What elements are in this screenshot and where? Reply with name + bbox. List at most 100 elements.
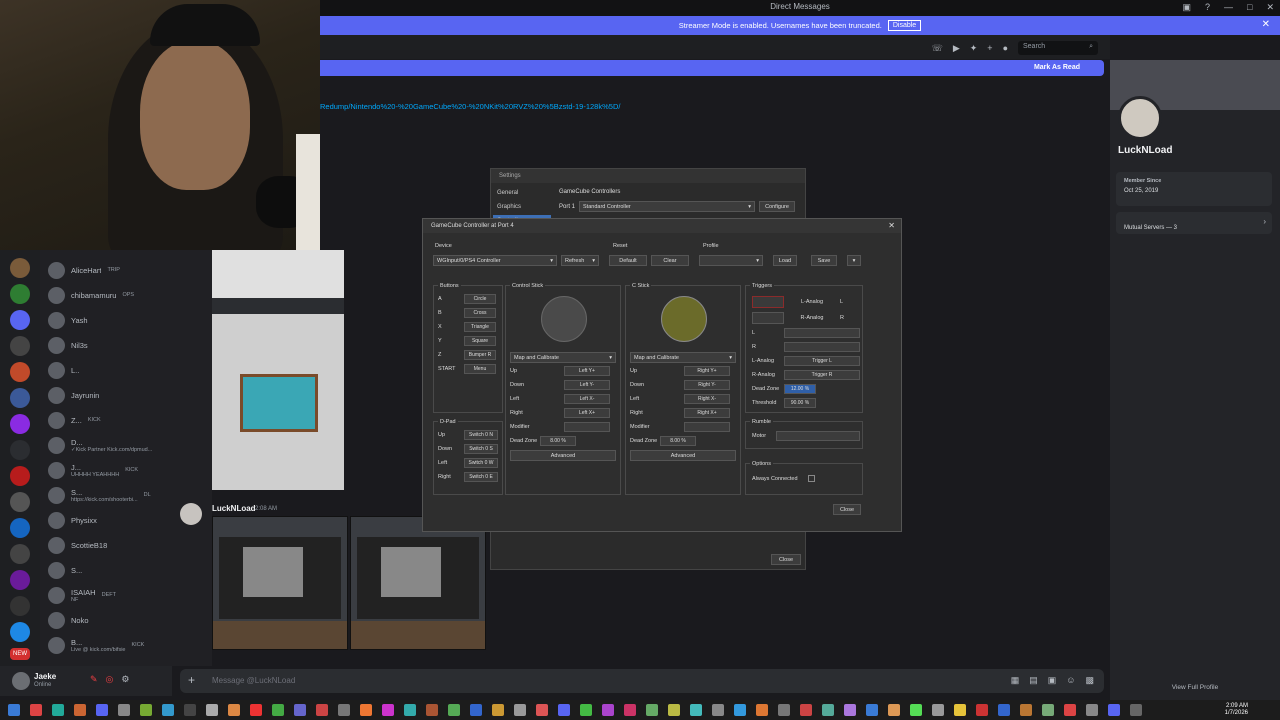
app-icon[interactable]	[250, 704, 262, 716]
server-icon[interactable]	[10, 388, 30, 408]
app-icon[interactable]	[668, 704, 680, 716]
maximize-icon[interactable]: □	[1247, 2, 1252, 13]
dm-item[interactable]: ScottieB18	[48, 533, 212, 557]
attach-icon[interactable]: +	[188, 673, 195, 687]
profile-avatar[interactable]	[1118, 96, 1162, 140]
stick-binding[interactable]: Left X-	[564, 394, 610, 404]
always-connected-checkbox[interactable]	[808, 475, 815, 482]
dm-item[interactable]: J... UHHHH YEAHHHH KICK	[48, 458, 212, 482]
map-calibrate-button[interactable]: Map and Calibrate ▾	[510, 352, 616, 363]
default-button[interactable]: Default	[609, 255, 647, 266]
stick-binding[interactable]	[684, 422, 730, 432]
r-binding[interactable]	[784, 342, 860, 352]
dm-item[interactable]: AliceHart TRIP	[48, 258, 212, 282]
app-icon[interactable]	[844, 704, 856, 716]
app-icon[interactable]	[910, 704, 922, 716]
dpad-binding[interactable]: Switch 0 E	[464, 472, 498, 482]
app-icon[interactable]	[228, 704, 240, 716]
app-icon[interactable]	[96, 704, 108, 716]
app-icon[interactable]	[690, 704, 702, 716]
mute-icon[interactable]: ✎	[90, 674, 98, 685]
button-binding[interactable]: Square	[464, 336, 496, 346]
deafen-icon[interactable]: ◎	[106, 674, 114, 685]
trigger-dead-zone-input[interactable]: 12.00 %	[784, 384, 816, 394]
message-author[interactable]: LuckNLoad	[212, 504, 256, 513]
dm-item[interactable]: Noko	[48, 608, 212, 632]
image-attachment[interactable]	[212, 250, 344, 298]
l-binding[interactable]	[784, 328, 860, 338]
load-button[interactable]: Load	[773, 255, 797, 266]
mutual-servers-card[interactable]: Mutual Servers — 3 ›	[1116, 212, 1272, 234]
app-icon[interactable]	[558, 704, 570, 716]
app-icon[interactable]	[932, 704, 944, 716]
user-avatar[interactable]	[12, 672, 30, 690]
server-icon[interactable]	[10, 414, 30, 434]
l-analog-binding[interactable]: Trigger L	[784, 356, 860, 366]
button-binding[interactable]: Cross	[464, 308, 496, 318]
profile-select[interactable]: ▾	[699, 255, 763, 266]
close-icon[interactable]: ✕	[1266, 2, 1274, 13]
gift-icon[interactable]: ▦	[1011, 675, 1020, 686]
app-icon[interactable]	[52, 704, 64, 716]
server-icon[interactable]	[10, 440, 30, 460]
server-icon[interactable]	[10, 310, 30, 330]
stick-binding[interactable]	[564, 422, 610, 432]
video-call-icon[interactable]: ▶	[953, 43, 960, 54]
dm-item[interactable]: chibamamuru OPS	[48, 283, 212, 307]
server-icon[interactable]	[10, 544, 30, 564]
app-icon[interactable]	[448, 704, 460, 716]
voice-call-icon[interactable]: ☏	[932, 43, 943, 54]
server-icon[interactable]	[10, 622, 30, 642]
dead-zone-input[interactable]: 8.00 %	[540, 436, 576, 446]
app-icon[interactable]	[382, 704, 394, 716]
sticker-icon[interactable]: ▣	[1048, 675, 1057, 686]
threshold-input[interactable]: 90.00 %	[784, 398, 816, 408]
server-icon[interactable]	[10, 570, 30, 590]
mark-as-read-button[interactable]: Mark As Read	[1034, 64, 1080, 71]
dm-item[interactable]: D... ✓Kick Partner Kick.com/dpmud...	[48, 433, 212, 457]
stick-binding[interactable]: Right Y+	[684, 366, 730, 376]
dismiss-banner-icon[interactable]: ✕	[1262, 19, 1270, 30]
image-attachment[interactable]	[212, 516, 348, 650]
app-icon[interactable]	[712, 704, 724, 716]
app-icon[interactable]	[646, 704, 658, 716]
button-binding[interactable]: Bumper R	[464, 350, 496, 360]
app-icon[interactable]	[1064, 704, 1076, 716]
app-icon[interactable]	[866, 704, 878, 716]
clear-button[interactable]: Clear	[651, 255, 689, 266]
message-composer[interactable]: + Message @LuckNLoad ▦ ▤ ▣ ☺ ▩	[180, 669, 1104, 693]
add-friend-icon[interactable]: +	[987, 43, 992, 53]
app-icon[interactable]	[756, 704, 768, 716]
app-icon[interactable]	[74, 704, 86, 716]
dm-item[interactable]: ISAIAH NF DEFT	[48, 583, 212, 607]
app-icon[interactable]	[624, 704, 636, 716]
app-icon[interactable]	[316, 704, 328, 716]
help-icon[interactable]: ?	[1205, 2, 1210, 13]
app-icon[interactable]	[140, 704, 152, 716]
dpad-binding[interactable]: Switch 0 S	[464, 444, 498, 454]
emoji-icon[interactable]: ☺	[1066, 675, 1075, 686]
gif-icon[interactable]: ▤	[1029, 675, 1038, 686]
server-icon[interactable]	[10, 258, 30, 278]
button-binding[interactable]: Circle	[464, 294, 496, 304]
minimize-icon[interactable]: —	[1224, 2, 1233, 13]
tab-graphics[interactable]: Graphics	[493, 201, 551, 213]
dpad-binding[interactable]: Switch 0 W	[464, 458, 498, 468]
settings-close-button[interactable]: Close	[771, 554, 801, 565]
server-icon[interactable]	[10, 284, 30, 304]
dpad-binding[interactable]: Switch 0 N	[464, 430, 498, 440]
dm-item[interactable]: B... Live @ kick.com/bifsie KICK	[48, 633, 212, 657]
new-messages-bar[interactable]: Mark As Read	[320, 60, 1104, 76]
server-icon[interactable]	[10, 596, 30, 616]
dead-zone-input[interactable]: 8.00 %	[660, 436, 696, 446]
device-select[interactable]: WGInput/0/PS4 Controller ▾	[433, 255, 557, 266]
app-icon[interactable]	[272, 704, 284, 716]
message-avatar[interactable]	[180, 503, 202, 525]
app-icon[interactable]	[602, 704, 614, 716]
app-icon[interactable]	[976, 704, 988, 716]
dm-item[interactable]: S...	[48, 558, 212, 582]
refresh-button[interactable]: Refresh ▾	[561, 255, 599, 266]
browser-icon[interactable]	[30, 704, 42, 716]
map-calibrate-button[interactable]: Map and Calibrate ▾	[630, 352, 736, 363]
app-icon[interactable]	[1108, 704, 1120, 716]
